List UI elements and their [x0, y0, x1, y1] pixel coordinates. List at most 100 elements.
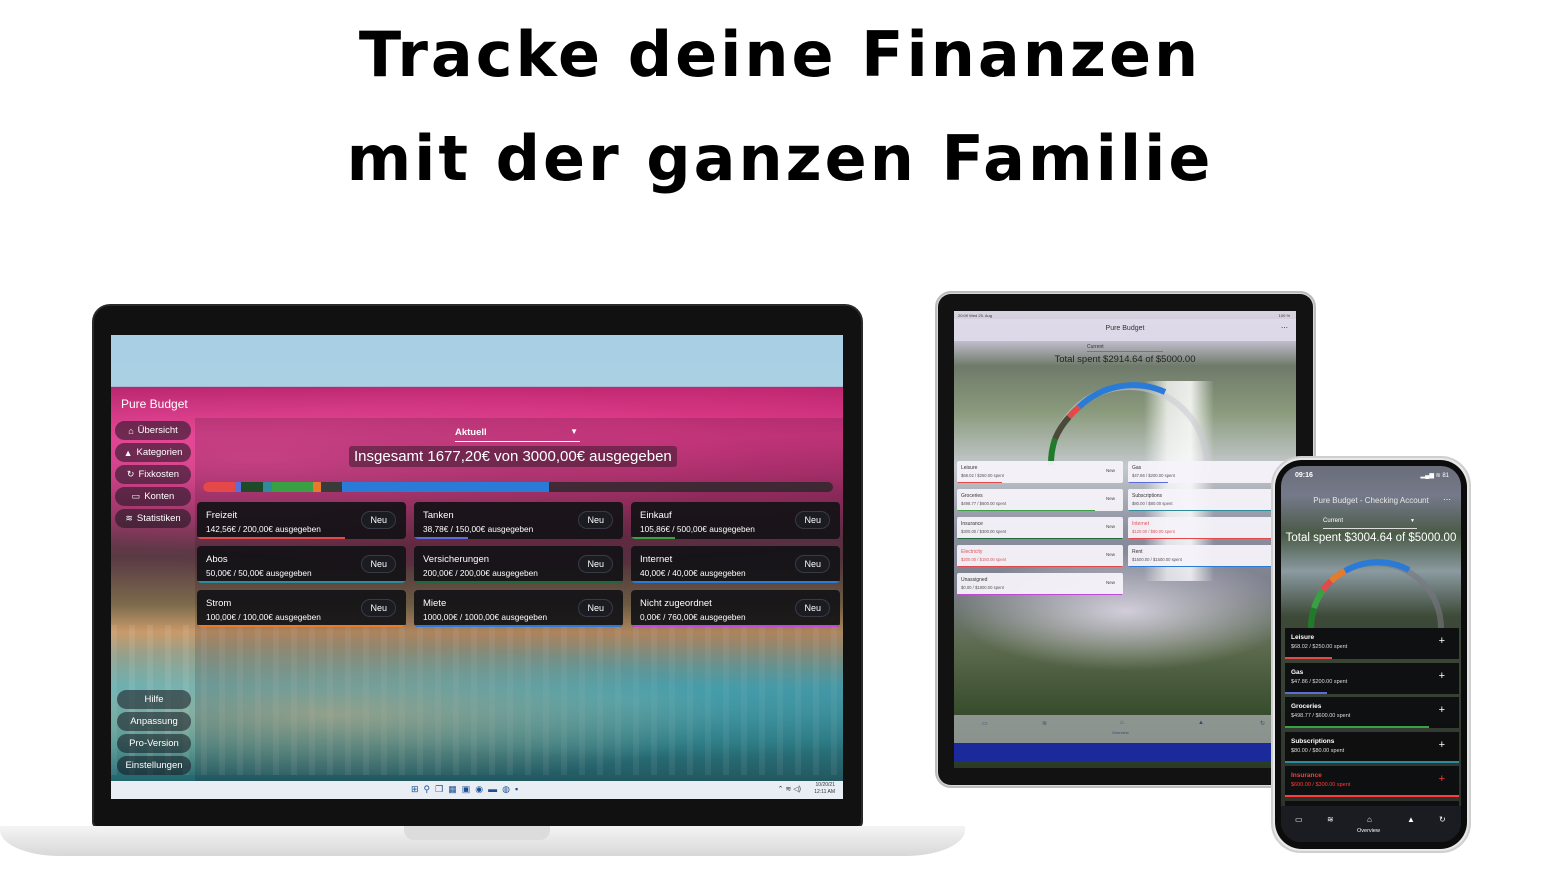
budget-bar-segment [341, 482, 550, 492]
tablet-category-card[interactable]: Rent$1500.00 / $1500.00 spentNew [1128, 545, 1294, 567]
tablet-category-card[interactable]: Internet$120.00 / $80.00 spentNew [1128, 517, 1294, 539]
store-icon[interactable]: ▣ [462, 784, 471, 795]
browser-icon[interactable]: ◍ [502, 784, 510, 795]
account-icon[interactable]: ▭ [1295, 815, 1303, 824]
new-transaction-button[interactable]: New [1106, 524, 1115, 529]
new-transaction-button[interactable]: Neu [578, 599, 613, 617]
windows-start-icon[interactable]: ⊞ [411, 784, 419, 795]
new-transaction-button[interactable]: New [1106, 496, 1115, 501]
add-icon[interactable]: + [1439, 670, 1445, 682]
add-icon[interactable]: + [1439, 635, 1445, 647]
task-view-icon[interactable]: ❐ [435, 784, 443, 795]
sidebar-item-label: Konten [144, 491, 175, 502]
total-spent-text: Insgesamt 1677,20€ von 3000,00€ ausgegeb… [349, 446, 677, 467]
sidebar-item-label: Kategorien [136, 447, 183, 458]
phone-category-row[interactable]: Insurance $600.00 / $300.00 spent + [1285, 766, 1459, 797]
recurring-icon[interactable]: ↻ [1439, 815, 1446, 824]
categories-icon[interactable]: ▲ [1407, 815, 1415, 824]
window-titlebar [111, 335, 843, 387]
sidebar-item-recurring[interactable]: ↻ Fixkosten [115, 465, 191, 484]
tablet-category-card[interactable]: Unassigned $0.00 / $1800.00 spent New [957, 573, 1123, 595]
new-transaction-button[interactable]: Neu [361, 555, 396, 573]
recurring-icon[interactable]: ↻ [1260, 720, 1265, 727]
wifi-icon[interactable]: ⌃ ≋ ◁) [778, 785, 801, 793]
tablet-ad-banner [954, 743, 1296, 761]
home-icon[interactable]: ⌂ [1120, 720, 1124, 726]
category-spent: 0,00€ / 760,00€ ausgegeben [640, 612, 746, 622]
home-icon[interactable]: ⌂ [1367, 815, 1372, 824]
categories-icon[interactable]: ▲ [1198, 720, 1204, 726]
laptop-notch [404, 826, 550, 840]
sidebar-item-account[interactable]: ▭ Konten [115, 487, 191, 506]
sidebar-bottom-item[interactable]: Einstellungen [117, 756, 191, 775]
add-icon[interactable]: + [1439, 704, 1445, 716]
sidebar-nav: ⌂ Übersicht ▲ Kategorien ↻ Fixkosten ▭ Konten ≋ S… [115, 421, 191, 531]
category-progress [1128, 565, 1294, 567]
new-transaction-button[interactable]: New [1106, 580, 1115, 585]
tablet-category-card[interactable]: Subscriptions$80.00 / $80.00 spentNew [1128, 489, 1294, 511]
sidebar-bottom-item[interactable]: Pro-Version [117, 734, 191, 753]
category-card[interactable]: Nicht zugeordnet 0,00€ / 760,00€ ausgegeb… [631, 590, 840, 627]
new-transaction-button[interactable]: Neu [795, 511, 830, 529]
stats-icon[interactable]: ≋ [1042, 720, 1047, 727]
phone-period-select[interactable]: Current ▼ [1323, 515, 1417, 529]
widgets-icon[interactable]: ▦ [448, 784, 457, 795]
tablet-period-select[interactable]: Current [1087, 342, 1163, 352]
category-card[interactable]: Versicherungen 200,00€ / 200,00€ ausgegeb… [414, 546, 623, 583]
taskbar-clock[interactable]: 10/20/21 12:11 AM [814, 782, 835, 796]
phone-category-row[interactable]: Subscriptions $80.00 / $80.00 spent + [1285, 731, 1459, 763]
tablet-category-card[interactable]: Gas$47.86 / $200.00 spentNew [1128, 461, 1294, 483]
new-transaction-button[interactable]: Neu [361, 599, 396, 617]
sidebar-bottom-item[interactable]: Hilfe [117, 690, 191, 709]
tablet-category-card[interactable]: Insurance $300.00 / $300.00 spent New [957, 517, 1123, 539]
add-icon[interactable]: + [1439, 773, 1445, 785]
category-progress [631, 625, 840, 627]
period-select[interactable]: Aktuell ▼ [455, 422, 580, 442]
new-transaction-button[interactable]: Neu [578, 555, 613, 573]
category-card[interactable]: Einkauf 105,86€ / 500,00€ ausgegeben Neu [631, 502, 840, 539]
budget-bar-segment [262, 482, 273, 492]
phone-category-row[interactable]: Leisure $68.02 / $250.00 spent + [1285, 628, 1459, 659]
more-icon[interactable]: ⋯ [1281, 324, 1288, 332]
phone-budget-gauge [1307, 559, 1444, 629]
phone-category-row[interactable]: Gas $47.86 / $200.00 spent + [1285, 662, 1459, 694]
app-icon[interactable]: ▪ [515, 784, 518, 795]
category-card[interactable]: Freizeit 142,56€ / 200,00€ ausgegeben Neu [197, 502, 406, 539]
category-spent: $68.02 / $250.00 spent [961, 473, 1004, 478]
tablet-category-card[interactable]: Leisure $68.02 / $250.00 spent New [957, 461, 1123, 483]
folder-icon[interactable]: ▬ [488, 784, 497, 795]
category-name: Leisure [961, 465, 978, 471]
account-icon[interactable]: ▭ [982, 720, 988, 727]
category-progress [197, 581, 406, 583]
total-budget-bar [203, 482, 833, 492]
phone-category-row[interactable]: Groceries $498.77 / $600.00 spent + [1285, 697, 1459, 728]
new-transaction-button[interactable]: Neu [578, 511, 613, 529]
category-card[interactable]: Strom 100,00€ / 100,00€ ausgegeben Neu [197, 590, 406, 627]
tablet-category-card[interactable]: Electricity $200.00 / $150.00 spent New [957, 545, 1123, 567]
category-spent: $47.86 / $200.00 spent [1132, 473, 1175, 478]
chat-icon[interactable]: ◉ [475, 784, 483, 795]
more-icon[interactable]: ⋯ [1443, 495, 1451, 504]
sidebar-bottom-item[interactable]: Anpassung [117, 712, 191, 731]
battery-level: 81 [1442, 473, 1449, 479]
new-transaction-button[interactable]: Neu [795, 555, 830, 573]
search-icon[interactable]: ⚲ [424, 784, 431, 795]
category-name: Groceries [961, 493, 983, 499]
category-card[interactable]: Internet 40,00€ / 40,00€ ausgegeben Neu [631, 546, 840, 583]
sidebar-item-stats[interactable]: ≋ Statistiken [115, 509, 191, 528]
category-card[interactable]: Tanken 38,78€ / 150,00€ ausgegeben Neu [414, 502, 623, 539]
new-transaction-button[interactable]: Neu [795, 599, 830, 617]
new-transaction-button[interactable]: Neu [361, 511, 396, 529]
category-card[interactable]: Miete 1000,00€ / 1000,00€ ausgegeben Neu [414, 590, 623, 627]
add-icon[interactable]: + [1439, 739, 1445, 751]
sidebar-item-categories[interactable]: ▲ Kategorien [115, 443, 191, 462]
new-transaction-button[interactable]: New [1106, 552, 1115, 557]
new-transaction-button[interactable]: New [1106, 468, 1115, 473]
category-card[interactable]: Abos 50,00€ / 50,00€ ausgegeben Neu [197, 546, 406, 583]
stats-icon[interactable]: ≋ [1327, 815, 1334, 824]
sidebar-item-home[interactable]: ⌂ Übersicht [115, 421, 191, 440]
tablet-category-card[interactable]: Groceries $498.77 / $600.00 spent New [957, 489, 1123, 511]
category-progress [1128, 509, 1294, 511]
category-spent: 200,00€ / 200,00€ ausgegeben [423, 568, 538, 578]
category-name: Electricity [961, 549, 983, 555]
